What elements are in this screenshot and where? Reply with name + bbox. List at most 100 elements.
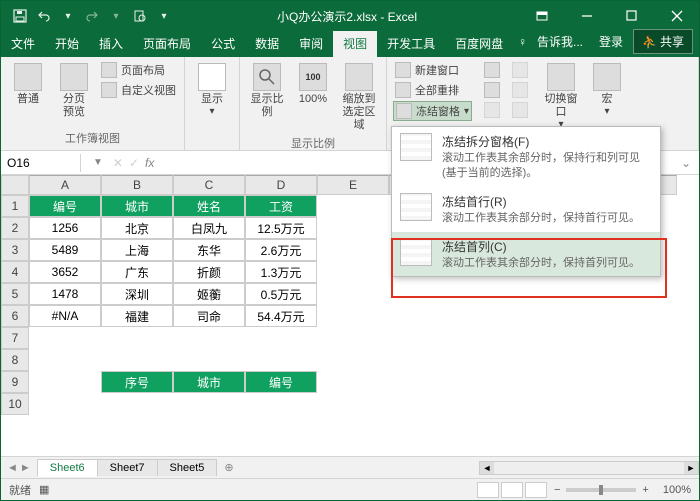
tab-review[interactable]: 审阅	[289, 31, 333, 57]
cell[interactable]: 12.5万元	[245, 217, 317, 239]
sheet-tab-3[interactable]: Sheet5	[157, 459, 218, 476]
expand-formula-icon[interactable]: ⌄	[673, 156, 699, 170]
column-header[interactable]: E	[317, 175, 389, 195]
tab-view[interactable]: 视图	[333, 31, 377, 57]
ribbon-options-icon[interactable]	[519, 1, 564, 31]
add-sheet-button[interactable]: ⊕	[216, 459, 241, 476]
row-header[interactable]: 2	[1, 217, 29, 239]
cell[interactable]: #N/A	[29, 305, 101, 327]
zoom-in-button[interactable]: +	[642, 484, 648, 496]
sheet-nav-prev-icon[interactable]: ◄	[7, 462, 18, 474]
horizontal-scrollbar[interactable]: ◄►	[479, 461, 699, 475]
tab-insert[interactable]: 插入	[89, 31, 133, 57]
cell[interactable]: 2.6万元	[245, 239, 317, 261]
cell[interactable]: 白凤九	[173, 217, 245, 239]
close-button[interactable]	[654, 1, 699, 31]
column-header[interactable]: C	[173, 175, 245, 195]
new-window-button[interactable]: 新建窗口	[393, 61, 472, 79]
pagebreak-preview-button[interactable]: 分页 预览	[53, 61, 95, 130]
undo-icon[interactable]	[33, 5, 55, 27]
cell[interactable]: 上海	[101, 239, 173, 261]
undo-dropdown-icon[interactable]: ▾	[57, 5, 79, 27]
row-header[interactable]: 6	[1, 305, 29, 327]
sheet-tab-2[interactable]: Sheet7	[97, 459, 158, 476]
cell[interactable]: 5489	[29, 239, 101, 261]
sheet-nav-next-icon[interactable]: ►	[20, 462, 31, 474]
cell[interactable]: 0.5万元	[245, 283, 317, 305]
status-macro-icon[interactable]: ▦	[39, 483, 49, 496]
row-header[interactable]: 4	[1, 261, 29, 283]
cancel-fx-icon[interactable]: ✕	[113, 156, 123, 170]
fx-icon[interactable]: fx	[145, 156, 154, 170]
view-pagelayout-icon[interactable]	[501, 482, 523, 498]
cell[interactable]: 1478	[29, 283, 101, 305]
freeze-panes-button[interactable]: 冻结窗格 ▾	[393, 101, 472, 121]
accept-fx-icon[interactable]: ✓	[129, 156, 139, 170]
cell[interactable]: 城市	[173, 371, 245, 393]
cell[interactable]: 福建	[101, 305, 173, 327]
maximize-button[interactable]	[609, 1, 654, 31]
tab-data[interactable]: 数据	[245, 31, 289, 57]
tab-devtools[interactable]: 开发工具	[377, 31, 445, 57]
cell[interactable]: 折颜	[173, 261, 245, 283]
cell[interactable]: 姬蘅	[173, 283, 245, 305]
name-box[interactable]: O16	[1, 154, 81, 172]
tab-formula[interactable]: 公式	[201, 31, 245, 57]
cell[interactable]: 编号	[29, 195, 101, 217]
tab-home[interactable]: 开始	[45, 31, 89, 57]
zoom-slider[interactable]	[566, 488, 636, 492]
cell[interactable]: 54.4万元	[245, 305, 317, 327]
cell[interactable]: 深圳	[101, 283, 173, 305]
zoom-100-button[interactable]: 100100%	[292, 61, 334, 135]
minimize-button[interactable]	[564, 1, 609, 31]
freeze-top-row-option[interactable]: 冻结首行(R)滚动工作表其余部分时，保持首行可见。	[392, 187, 660, 232]
zoom-selection-button[interactable]: 缩放到 选定区域	[338, 61, 380, 135]
select-all-triangle[interactable]	[1, 175, 29, 195]
view-normal-icon[interactable]	[477, 482, 499, 498]
login-button[interactable]: 登录	[593, 31, 629, 52]
cell[interactable]: 北京	[101, 217, 173, 239]
side-small-2[interactable]	[482, 81, 502, 99]
freeze-panes-option[interactable]: 冻结拆分窗格(F)滚动工作表其余部分时，保持行和列可见(基于当前的选择)。	[392, 127, 660, 187]
side-small-1[interactable]	[482, 61, 502, 79]
view-pagebreak-icon[interactable]	[525, 482, 547, 498]
freeze-first-column-option[interactable]: 冻结首列(C)滚动工作表其余部分时，保持首列可见。	[392, 232, 660, 277]
cell[interactable]: 编号	[245, 371, 317, 393]
zoom-ratio-button[interactable]: 显示比例	[246, 61, 288, 135]
zoom-out-button[interactable]: −	[554, 484, 560, 496]
column-header[interactable]: A	[29, 175, 101, 195]
tab-file[interactable]: 文件	[1, 31, 45, 57]
preview-icon[interactable]	[129, 5, 151, 27]
macro-button[interactable]: 宏▾	[586, 61, 628, 134]
cell[interactable]: 东华	[173, 239, 245, 261]
cell[interactable]: 序号	[101, 371, 173, 393]
row-header[interactable]: 8	[1, 349, 29, 371]
row-header[interactable]: 1	[1, 195, 29, 217]
tab-pagelayout[interactable]: 页面布局	[133, 31, 201, 57]
cell[interactable]: 广东	[101, 261, 173, 283]
cell[interactable]: 1256	[29, 217, 101, 239]
cell[interactable]: 1.3万元	[245, 261, 317, 283]
namebox-dropdown-icon[interactable]: ▼	[89, 157, 107, 168]
row-header[interactable]: 10	[1, 393, 29, 415]
tellme-icon[interactable]: ♀	[518, 35, 527, 49]
arrange-all-button[interactable]: 全部重排	[393, 81, 472, 99]
row-header[interactable]: 3	[1, 239, 29, 261]
cell[interactable]: 城市	[101, 195, 173, 217]
row-header[interactable]: 7	[1, 327, 29, 349]
save-icon[interactable]	[9, 5, 31, 27]
redo-dropdown-icon[interactable]: ▾	[105, 5, 127, 27]
zoom-level[interactable]: 100%	[663, 484, 691, 496]
sheet-tab-1[interactable]: Sheet6	[37, 459, 98, 477]
tab-baidu[interactable]: 百度网盘	[445, 31, 513, 57]
share-button[interactable]: ⛹共享	[633, 29, 693, 54]
cell[interactable]: 司命	[173, 305, 245, 327]
scroll-left-icon[interactable]: ◄	[480, 462, 494, 474]
tellme-button[interactable]: 告诉我...	[531, 31, 589, 52]
row-header[interactable]: 9	[1, 371, 29, 393]
cell[interactable]: 姓名	[173, 195, 245, 217]
switch-window-button[interactable]: 切换窗口▾	[540, 61, 582, 134]
side-small-3[interactable]	[482, 101, 502, 119]
page-layout-button[interactable]: 页面布局	[99, 61, 178, 79]
column-header[interactable]: B	[101, 175, 173, 195]
